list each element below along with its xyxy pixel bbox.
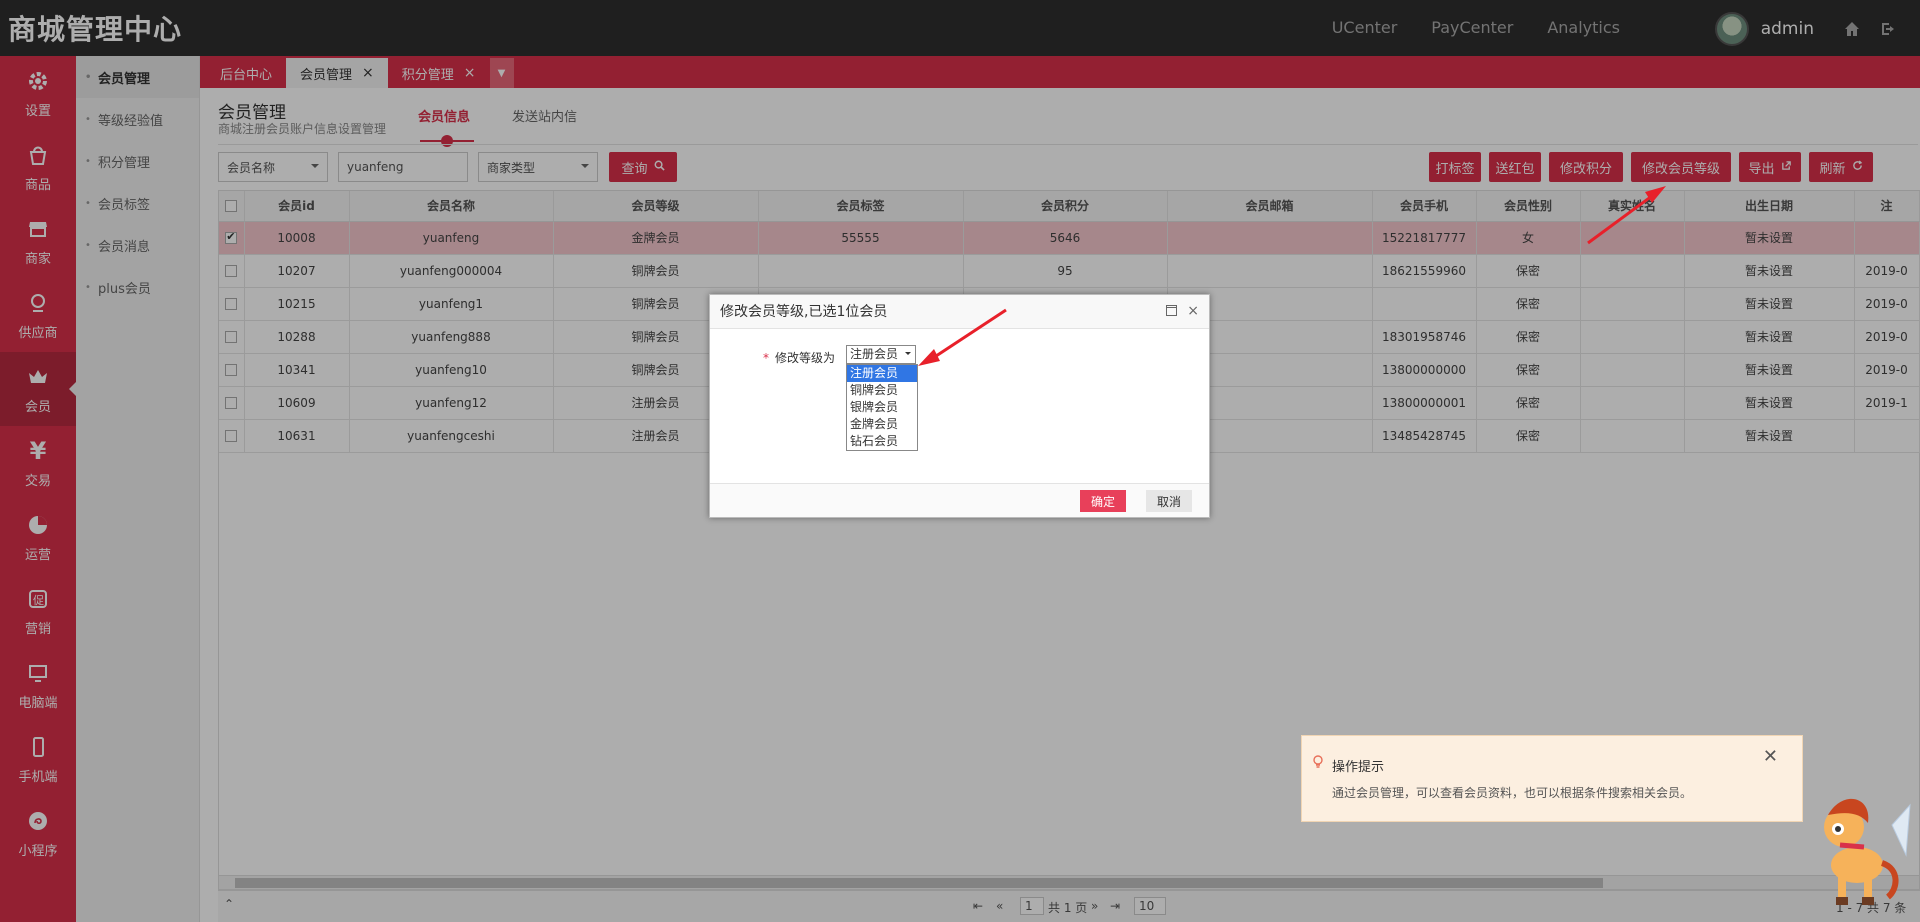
annotation-arrows xyxy=(918,186,1666,366)
